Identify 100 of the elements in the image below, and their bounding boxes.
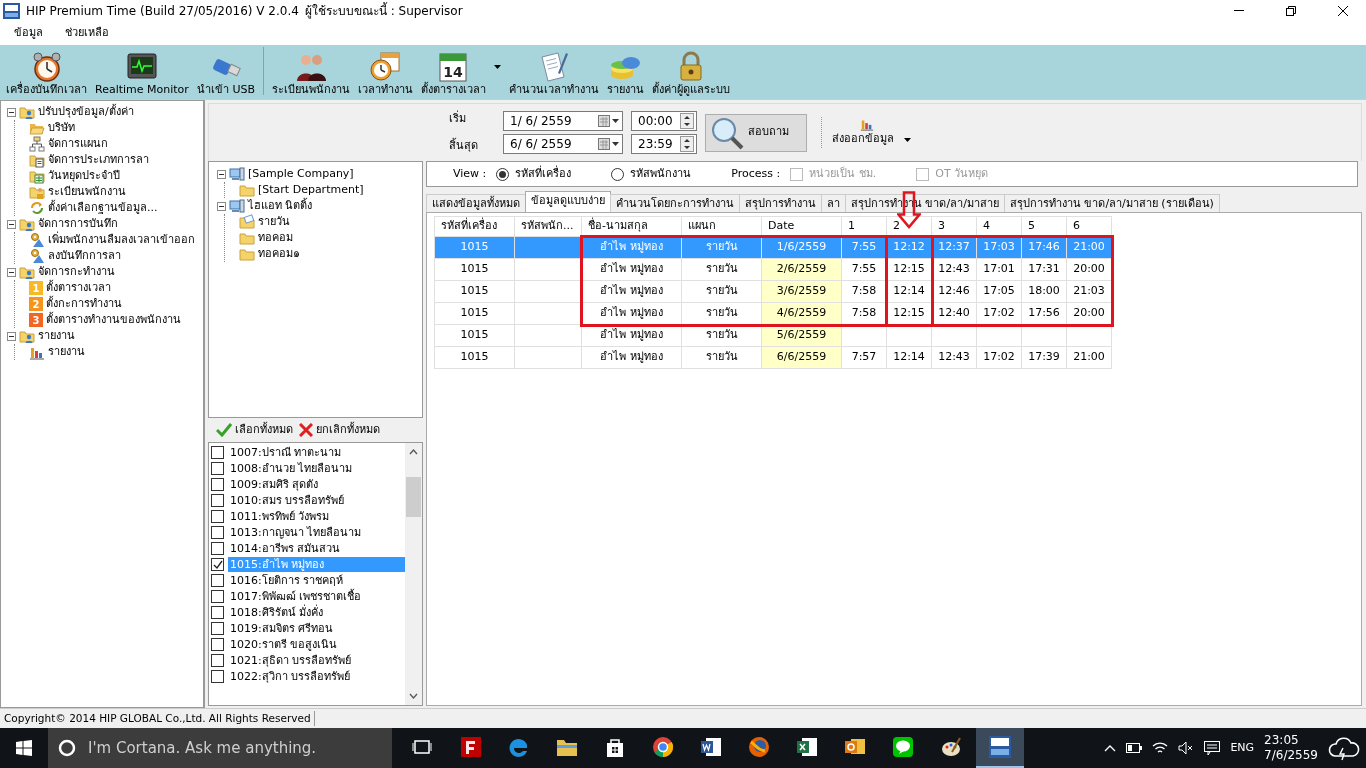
checkbox[interactable] — [211, 477, 224, 491]
tab[interactable]: คำนวนโดยกะการทำงาน — [610, 194, 740, 212]
column-header[interactable]: 5 — [1021, 216, 1067, 237]
column-header[interactable]: 4 — [976, 216, 1022, 237]
tree-item[interactable]: รายงาน — [38, 327, 75, 345]
taskbar-app[interactable] — [976, 728, 1024, 768]
tree-item[interactable]: ไฮแอท นิตติ้ง — [248, 197, 313, 215]
tab[interactable]: ข้อมูลดูแบบง่าย — [525, 191, 611, 212]
time-spinner[interactable] — [678, 113, 696, 129]
employee-item[interactable]: 1013:กาญจนา ไทยลือนาม — [228, 524, 405, 540]
table-row[interactable]: 1015 อำไพ หมู่ทอง รายวัน 5/6/2559 — [434, 324, 1112, 347]
checkbox[interactable] — [211, 589, 224, 603]
tree-item[interactable]: วันหยุดประจำปี — [48, 167, 120, 185]
tree-item[interactable]: จัดการประเภทการลา — [48, 151, 149, 169]
employee-item[interactable]: 1008:อำนวย ไทยลือนาม — [228, 460, 405, 476]
search-box[interactable]: I'm Cortana. Ask me anything. — [48, 728, 392, 768]
toolbar-button[interactable]: เวลาทำงาน — [353, 51, 417, 97]
employee-item[interactable]: 1014:อารีพร สมันสวน — [228, 540, 405, 556]
column-header[interactable]: 2 — [886, 216, 932, 237]
collapse-button[interactable] — [7, 331, 16, 341]
tree-item[interactable]: รายวัน — [258, 213, 290, 231]
date-field[interactable]: 6/ 6/ 2559 — [510, 135, 596, 153]
tree-item[interactable]: จัดการกะทำงาน — [38, 263, 115, 281]
tree-item[interactable]: ทอคอม๑ — [258, 245, 300, 263]
clock[interactable]: 23:05 7/6/2559 — [1264, 733, 1318, 763]
date-field[interactable]: 1/ 6/ 2559 — [510, 112, 596, 130]
time-picker[interactable]: 00:00 — [631, 111, 697, 131]
date-picker-button[interactable] — [596, 115, 622, 127]
checkbox[interactable] — [211, 557, 224, 571]
checkbox[interactable] — [211, 541, 224, 555]
table-row[interactable]: 1015 อำไพ หมู่ทอง รายวัน 4/6/2559 7:58 12:15 12:40 17:02 17:56 20:00 — [434, 302, 1112, 325]
employee-item[interactable]: 1007:ปราณี ทาตะนาม — [228, 444, 405, 460]
checkbox[interactable] — [211, 509, 224, 523]
employee-item[interactable]: 1022:สุวิกา บรรลือทรัพย์ — [228, 668, 405, 684]
time-field[interactable]: 23:59 — [638, 135, 678, 153]
tree-item[interactable]: เพิ่มพนักงานลืมลงเวลาเข้าออก — [48, 231, 195, 249]
column-header[interactable]: 3 — [931, 216, 977, 237]
time-picker[interactable]: 23:59 — [631, 134, 697, 154]
export-button[interactable]: ส่งออกข้อมูล — [821, 117, 915, 148]
table-row[interactable]: 1015 อำไพ หมู่ทอง รายวัน 6/6/2559 7:57 12:14 12:43 17:02 17:39 21:00 — [434, 346, 1112, 369]
tree-item[interactable]: จัดการการบันทึก — [38, 215, 118, 233]
employee-item[interactable]: 1016:โยติการ ราชคฤห์ — [228, 572, 405, 588]
time-spinner[interactable] — [678, 136, 696, 152]
tab[interactable]: สรุปการทำงาน — [739, 194, 822, 212]
table-row[interactable]: 1015 อำไพ หมู่ทอง รายวัน 3/6/2559 7:58 12:14 12:46 17:05 18:00 21:03 — [434, 280, 1112, 303]
collapse-button[interactable] — [7, 219, 16, 229]
checkbox[interactable] — [211, 605, 224, 619]
tree-item[interactable]: ระเบียนพนักงาน — [48, 183, 126, 201]
tree-item[interactable]: ลงบันทึกการลา — [48, 247, 121, 265]
checkbox[interactable] — [211, 637, 224, 651]
employee-item[interactable]: 1011:พรทิพย์ วังพรม — [228, 508, 405, 524]
collapse-button[interactable] — [7, 267, 16, 277]
toolbar-button[interactable]: นำเข้า USB — [192, 51, 259, 97]
collapse-button[interactable] — [217, 201, 226, 211]
checkbox[interactable] — [211, 461, 224, 475]
toolbar-button[interactable]: คำนวนเวลาทำงาน — [504, 51, 603, 97]
checkbox[interactable] — [211, 573, 224, 587]
employee-item[interactable]: 1010:สมร บรรลือทรัพย์ — [228, 492, 405, 508]
column-header[interactable]: ชื่อ-นามสกุล — [581, 216, 682, 237]
select-all-button[interactable]: เลือกทั้งหมด — [216, 421, 293, 439]
battery-icon[interactable] — [1126, 743, 1143, 753]
tree-item[interactable]: ตั้งตารางเวลา — [46, 279, 111, 297]
checkbox[interactable] — [211, 621, 224, 635]
clear-all-button[interactable]: ยกเลิกทั้งหมด — [299, 421, 380, 439]
tree-item[interactable]: ตั้งตารางทำงานของพนักงาน — [46, 311, 181, 329]
collapse-button[interactable] — [217, 169, 226, 179]
speaker-muted-icon[interactable] — [1178, 741, 1195, 755]
employee-item[interactable]: 1019:สมจิตร ศรีทอน — [228, 620, 405, 636]
wifi-icon[interactable] — [1152, 741, 1169, 755]
toolbar-button[interactable]: ระเบียนพนักงาน — [267, 51, 354, 97]
tree-item[interactable]: ตั้งกะการทำงาน — [46, 295, 122, 313]
tree-item[interactable]: ปรับปรุงข้อมูล/ตั้งค่า — [38, 103, 134, 121]
scroll-thumb[interactable] — [406, 477, 421, 517]
employee-item[interactable]: 1017:พิพัฒฒ์ เพชรชาตเชื้อ — [228, 588, 405, 604]
employee-item[interactable]: 1009:สมศิริ สุดตัง — [228, 476, 405, 492]
tree-item[interactable]: บริษัท — [48, 119, 75, 137]
toolbar-button[interactable]: รายงาน — [602, 51, 648, 97]
tab[interactable]: แสดงข้อมูลทั้งหมด — [426, 194, 526, 212]
column-header[interactable]: รหัสพนัก... — [514, 216, 582, 237]
checkbox[interactable] — [211, 653, 224, 667]
toolbar-button[interactable]: ตั้งค่าผู้ดูแลระบบ — [647, 51, 734, 97]
checkbox[interactable] — [211, 525, 224, 539]
date-picker[interactable]: 6/ 6/ 2559 — [503, 134, 623, 154]
checkbox[interactable] — [211, 445, 224, 459]
search-field[interactable]: I'm Cortana. Ask me anything. — [86, 735, 366, 761]
column-header[interactable]: รหัสที่เครื่อง — [434, 216, 515, 237]
column-header[interactable]: 1 — [841, 216, 887, 237]
date-picker-button[interactable] — [596, 138, 622, 150]
toolbar-button[interactable]: 14 ตั้งตารางเวลา — [416, 51, 505, 97]
tree-item[interactable]: ทอคอม — [258, 229, 293, 247]
table-row[interactable]: 1015 อำไพ หมู่ทอง รายวัน 2/6/2559 7:55 12:15 12:43 17:01 17:31 20:00 — [434, 258, 1112, 281]
scrollbar[interactable] — [405, 443, 422, 705]
toolbar-button[interactable]: Realtime Monitor — [91, 51, 193, 97]
tab[interactable]: สรุปการทำงาน ขาด/ลา/มาสาย (รายเดือน) — [1003, 194, 1220, 212]
language-indicator[interactable]: ENG — [1230, 739, 1255, 757]
employee-item[interactable]: 1020:ราตรี ขอสูงเนิน — [228, 636, 405, 652]
column-header[interactable]: 6 — [1066, 216, 1112, 237]
query-button[interactable]: สอบถาม — [705, 113, 807, 152]
toolbar-button[interactable]: เครื่องบันทึกเวลา — [2, 51, 91, 97]
tree-item[interactable]: รายงาน — [48, 343, 85, 361]
